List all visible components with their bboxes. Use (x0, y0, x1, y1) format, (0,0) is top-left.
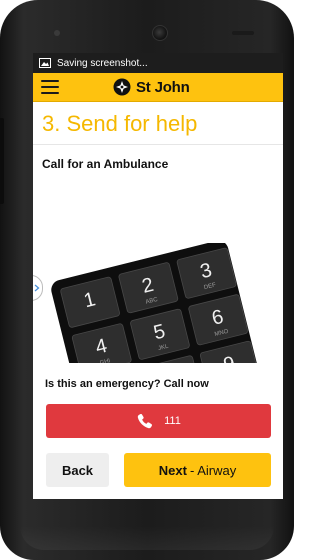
next-suffix: - Airway (189, 462, 237, 478)
status-notification: Saving screenshot... (57, 57, 148, 69)
section-heading: Call for an Ambulance (42, 157, 169, 171)
phone-side-button (0, 118, 4, 204)
phone-icon (137, 414, 153, 429)
next-airway-button[interactable]: Next - Airway (124, 453, 271, 487)
status-bar: Saving screenshot... (33, 53, 283, 73)
phone-device: Saving screenshot... St John 3. Send for… (0, 0, 294, 560)
chevron-right-icon (34, 284, 40, 292)
brand-logo-group: St John (113, 77, 190, 97)
app-screen: Saving screenshot... St John 3. Send for… (33, 53, 283, 499)
back-button[interactable]: Back (46, 453, 109, 487)
keypad-illustration: 12ABC3DEF4GHI5JKL6MNO789WXYZ (33, 243, 283, 363)
emergency-question: Is this an emergency? Call now (45, 378, 209, 390)
sensor-dot (54, 30, 60, 36)
call-number: 111 (164, 415, 181, 427)
bezel-shine (20, 526, 274, 550)
next-label: Next (158, 462, 187, 478)
title-divider (33, 144, 283, 145)
image-icon (39, 58, 51, 68)
call-111-button[interactable]: 111 (46, 404, 271, 438)
menu-icon[interactable] (41, 80, 59, 94)
app-bar: St John (33, 73, 283, 102)
front-camera (152, 25, 168, 41)
page-title: 3. Send for help (42, 111, 198, 136)
st-john-cross-icon (113, 78, 131, 96)
back-label: Back (61, 462, 94, 478)
earpiece (232, 31, 254, 35)
brand-name: St John (136, 78, 190, 96)
